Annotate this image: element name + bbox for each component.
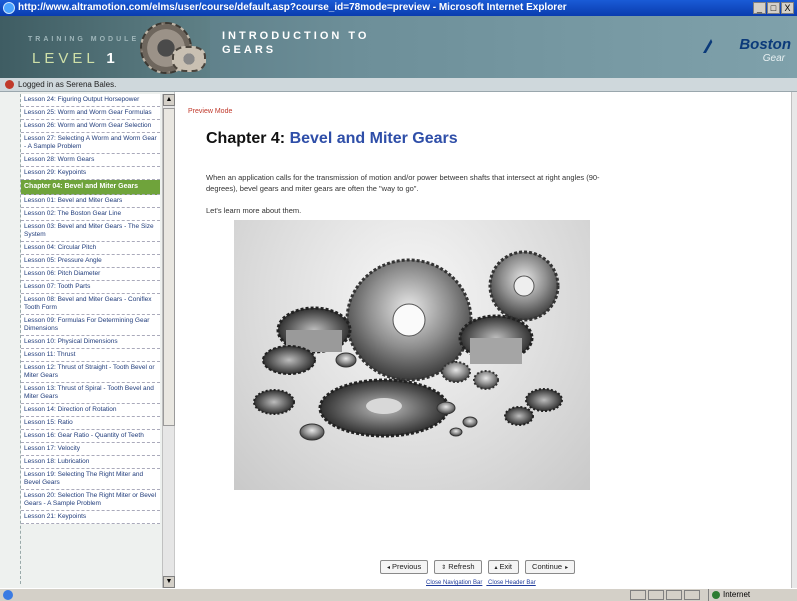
eject-icon: ▴ [494, 565, 498, 571]
page-icon [3, 590, 13, 600]
scroll-down-icon[interactable]: ▼ [163, 576, 175, 588]
lesson-list: Lesson 24: Figuring Output Horsepower Les… [20, 94, 160, 584]
sidebar-lesson-item[interactable]: Lesson 09: Formulas For Determining Gear… [21, 315, 160, 336]
page-title: Chapter 4: Bevel and Miter Gears [206, 130, 458, 148]
close-header-bar-link[interactable]: Close Header Bar [488, 580, 536, 586]
sidebar-lesson-item[interactable]: Lesson 04: Circular Pitch [21, 242, 160, 255]
sidebar-lesson-item[interactable]: Lesson 06: Pitch Diameter [21, 268, 160, 281]
refresh-label: Refresh [448, 562, 475, 571]
sidebar-lesson-item[interactable]: Lesson 13: Thrust of Spiral - Tooth Beve… [21, 383, 160, 404]
sidebar-lesson-item[interactable]: Lesson 28: Worm Gears [21, 154, 160, 167]
scroll-thumb[interactable] [163, 108, 175, 426]
chevron-left-icon: ◂ [387, 565, 391, 571]
sidebar-lesson-item[interactable]: Lesson 01: Bevel and Miter Gears [21, 195, 160, 208]
content-pane: Preview Mode Chapter 4: Bevel and Miter … [176, 92, 791, 588]
sidebar-lesson-item[interactable]: Lesson 19: Selecting The Right Miter and… [21, 469, 160, 490]
window-title: http://www.altramotion.com/elms/user/cou… [18, 2, 567, 13]
content-scrollbar[interactable] [791, 92, 797, 588]
sidebar-lesson-item[interactable]: Lesson 16: Gear Ratio - Quantity of Teet… [21, 430, 160, 443]
previous-button[interactable]: ◂ Previous [380, 560, 429, 574]
level-label: LEVEL 1 [32, 50, 119, 67]
zone-label: Internet [723, 590, 751, 599]
logo-brand: Boston [739, 36, 791, 53]
sidebar-lesson-item[interactable]: Lesson 11: Thrust [21, 349, 160, 362]
continue-button[interactable]: Continue ▸ [525, 560, 576, 574]
intro-paragraph: When an application calls for the transm… [206, 173, 600, 193]
course-header: TRAINING MODULE LEVEL 1 INTRODUCTION TO … [0, 16, 797, 78]
sidebar-lesson-item[interactable]: Lesson 02: The Boston Gear Line [21, 208, 160, 221]
sidebar-lesson-item[interactable]: Lesson 18: Lubrication [21, 456, 160, 469]
sidebar-scrollbar[interactable]: ▲ ▼ [162, 94, 175, 588]
learn-more-text: Let's learn more about them. [206, 206, 302, 215]
sidebar-lesson-item[interactable]: Lesson 17: Velocity [21, 443, 160, 456]
course-title: INTRODUCTION TO GEARS [222, 29, 369, 57]
maximize-button[interactable]: □ [767, 2, 780, 14]
status-pane [630, 590, 646, 600]
course-title-line2: GEARS [222, 44, 277, 56]
minimize-button[interactable]: _ [753, 2, 766, 14]
continue-label: Continue [532, 562, 563, 571]
sidebar-lesson-item[interactable]: Lesson 29: Keypoints [21, 167, 160, 180]
status-bar: Internet [0, 588, 797, 601]
training-module-label: TRAINING MODULE [28, 36, 140, 43]
sidebar-lesson-item[interactable]: Lesson 03: Bevel and Miter Gears - The S… [21, 221, 160, 242]
sidebar-lesson-item[interactable]: Lesson 21: Keypoints [21, 511, 160, 524]
status-panes [630, 590, 700, 600]
sidebar-lesson-item[interactable]: Lesson 08: Bevel and Miter Gears - Conif… [21, 294, 160, 315]
chapter-name: Bevel and Miter Gears [289, 130, 458, 147]
window-title-bar: http://www.altramotion.com/elms/user/cou… [0, 0, 797, 16]
close-navigation-bar-link[interactable]: Close Navigation Bar [426, 580, 482, 586]
sidebar-lesson-item[interactable]: Lesson 25: Worm and Worm Gear Formulas [21, 107, 160, 120]
logo-sub: Gear [762, 53, 785, 64]
status-pane [648, 590, 664, 600]
lesson-navigation: ◂ Previous ⇕ Refresh ▴ Exit Continue ▸ [380, 560, 576, 574]
sidebar-lesson-item[interactable]: Lesson 20: Selection The Right Miter or … [21, 490, 160, 511]
level-number: 1 [106, 50, 119, 67]
previous-label: Previous [392, 562, 422, 571]
level-word: LEVEL [32, 50, 99, 67]
bevel-gears-photo [234, 220, 590, 490]
chevron-right-icon: ▸ [565, 565, 569, 571]
login-status-bar: Logged in as Serena Bales. [0, 78, 797, 92]
refresh-button[interactable]: ⇕ Refresh [434, 560, 482, 574]
sidebar-lesson-item[interactable]: Lesson 26: Worm and Worm Gear Selection [21, 120, 160, 133]
sidebar-lesson-item[interactable]: Lesson 07: Tooth Parts [21, 281, 160, 294]
close-button[interactable]: X [781, 2, 794, 14]
refresh-icon: ⇕ [441, 565, 447, 571]
status-pane [684, 590, 700, 600]
sidebar-lesson-item[interactable]: Lesson 05: Pressure Angle [21, 255, 160, 268]
sidebar-lesson-item[interactable]: Lesson 27: Selecting A Worm and Worm Gea… [21, 133, 160, 154]
globe-icon [712, 591, 720, 599]
sidebar-lesson-item[interactable]: Lesson 15: Ratio [21, 417, 160, 430]
logo-swoosh-icon [702, 39, 730, 53]
sidebar-chapter-header[interactable]: Chapter 04: Bevel and Miter Gears [21, 180, 160, 195]
course-title-line1: INTRODUCTION TO [222, 30, 370, 42]
small-gear-icon [172, 46, 206, 72]
security-zone: Internet [708, 589, 794, 601]
sidebar-lesson-item[interactable]: Lesson 24: Figuring Output Horsepower [21, 94, 160, 107]
gears-illustration [253, 250, 563, 441]
sidebar-lesson-item[interactable]: Lesson 14: Direction of Rotation [21, 404, 160, 417]
status-pane [666, 590, 682, 600]
preview-mode-label: Preview Mode [188, 108, 233, 115]
user-icon [5, 80, 14, 89]
exit-button[interactable]: ▴ Exit [487, 560, 520, 574]
scroll-up-icon[interactable]: ▲ [163, 94, 175, 106]
exit-label: Exit [499, 562, 513, 571]
logged-in-text: Logged in as Serena Bales. [18, 80, 117, 89]
sidebar-lesson-item[interactable]: Lesson 12: Thrust of Straight - Tooth Be… [21, 362, 160, 383]
navigation-sidebar: Lesson 24: Figuring Output Horsepower Les… [0, 92, 175, 588]
chapter-prefix: Chapter 4: [206, 130, 286, 147]
window-controls: _ □ X [753, 2, 794, 14]
boston-gear-logo: Boston Gear [702, 36, 791, 68]
close-links: Close Navigation Bar Close Header Bar [426, 580, 540, 586]
internet-explorer-icon [3, 2, 15, 14]
sidebar-lesson-item[interactable]: Lesson 10: Physical Dimensions [21, 336, 160, 349]
